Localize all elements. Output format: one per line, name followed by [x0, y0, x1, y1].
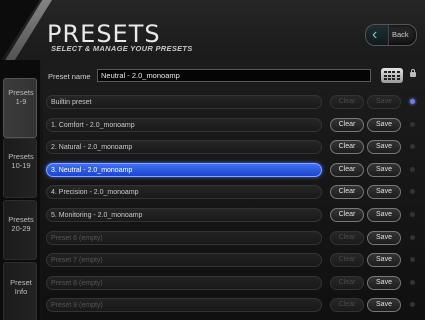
active-indicator-icon [410, 302, 415, 308]
clear-button[interactable]: Clear [330, 185, 364, 200]
sidebar-tab-label: Preset Info [10, 278, 32, 296]
back-label: Back [392, 30, 409, 39]
preset-name-field[interactable]: Preset 6 (empty) [46, 230, 322, 245]
clear-button[interactable]: Clear [330, 253, 364, 268]
sidebar-tab-4[interactable]: Preset Info [3, 262, 37, 320]
save-button[interactable]: Save [367, 140, 401, 155]
active-indicator-icon [410, 257, 415, 263]
sidebar-tab-label: Presets 10-19 [8, 152, 34, 170]
active-indicator-icon [410, 279, 415, 285]
preset-row: 4. Precision - 2.0_monoamp Clear Save [46, 185, 424, 201]
preset-name-field[interactable]: 2. Natural - 2.0_monoamp [46, 140, 322, 155]
preset-row: 2. Natural - 2.0_monoamp Clear Save [46, 140, 424, 156]
sidebar-tab-3[interactable]: Presets 20-29 [3, 200, 37, 260]
clear-button[interactable]: Clear [330, 95, 364, 109]
preset-row: Preset 6 (empty) Clear Save [46, 230, 424, 247]
keyboard-icon[interactable] [381, 68, 403, 83]
clear-button[interactable]: Clear [330, 230, 364, 245]
save-button[interactable]: Save [367, 230, 401, 245]
preset-name-input[interactable]: Neutral - 2.0_monoamp [97, 69, 371, 82]
preset-name-label: Preset name [48, 72, 91, 81]
preset-name-field[interactable]: 1. Comfort - 2.0_monoamp [46, 117, 322, 132]
preset-name-field[interactable]: Preset 7 (empty) [46, 253, 322, 268]
sidebar-tab-2[interactable]: Presets 10-19 [3, 138, 37, 198]
sidebar-tab-1[interactable]: Presets 1-9 [3, 78, 37, 138]
save-button[interactable]: Save [367, 162, 401, 177]
save-button[interactable]: Save [367, 95, 401, 109]
preset-name-field[interactable]: 5. Monitoring - 2.0_monoamp [46, 208, 322, 222]
sidebar-tab-label: Presets 20-29 [8, 215, 34, 233]
clear-button[interactable]: Clear [330, 162, 364, 177]
clear-button[interactable]: Clear [330, 298, 364, 313]
preset-row: Preset 7 (empty) Clear Save [46, 253, 424, 269]
active-indicator-icon [410, 166, 415, 172]
active-indicator-icon [410, 99, 415, 104]
active-indicator-icon [410, 212, 415, 217]
active-indicator-icon [410, 189, 415, 195]
preset-row: Preset 8 (empty) Clear Save [46, 275, 424, 292]
active-indicator-icon [410, 121, 415, 127]
save-button[interactable]: Save [367, 298, 401, 313]
sidebar-tab-label: Presets 1-9 [8, 88, 34, 106]
back-arrow-box: ‹ [366, 25, 389, 45]
save-button[interactable]: Save [367, 185, 401, 200]
clear-button[interactable]: Clear [330, 117, 364, 132]
back-button[interactable]: ‹ Back [365, 24, 417, 46]
lock-icon [410, 69, 416, 77]
save-button[interactable]: Save [367, 275, 401, 290]
save-button[interactable]: Save [367, 208, 401, 222]
active-indicator-icon [410, 234, 415, 240]
save-button[interactable]: Save [367, 117, 401, 132]
preset-row: 1. Comfort - 2.0_monoamp Clear Save [46, 117, 424, 134]
preset-row: Preset 9 (empty) Clear Save [46, 298, 424, 314]
clear-button[interactable]: Clear [330, 275, 364, 290]
presets-screen: PRESETS SELECT & MANAGE YOUR PRESETS ‹ B… [0, 0, 425, 320]
preset-row: 5. Monitoring - 2.0_monoamp Clear Save [46, 208, 424, 224]
preset-name-field[interactable]: Builtin preset [46, 95, 322, 109]
save-button[interactable]: Save [367, 253, 401, 268]
chevron-left-icon: ‹ [372, 26, 378, 43]
preset-row: Builtin preset Clear Save [46, 95, 424, 111]
preset-name-field[interactable]: Preset 9 (empty) [46, 298, 322, 313]
clear-button[interactable]: Clear [330, 140, 364, 155]
active-indicator-icon [410, 144, 415, 150]
preset-row: 3. Neutral - 2.0_monoamp Clear Save [46, 162, 424, 179]
clear-button[interactable]: Clear [330, 208, 364, 222]
page-subtitle: SELECT & MANAGE YOUR PRESETS [51, 44, 193, 53]
preset-name-field[interactable]: 3. Neutral - 2.0_monoamp [46, 162, 322, 177]
preset-name-field[interactable]: 4. Precision - 2.0_monoamp [46, 185, 322, 200]
preset-name-field[interactable]: Preset 8 (empty) [46, 275, 322, 290]
